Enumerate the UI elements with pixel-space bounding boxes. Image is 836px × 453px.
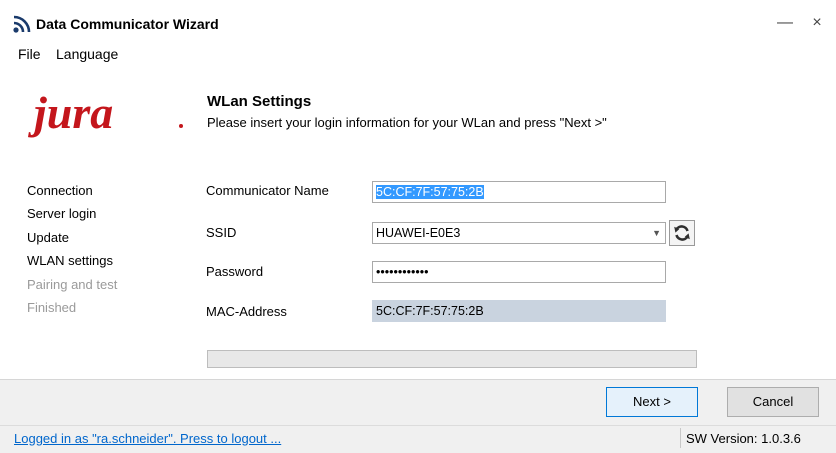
password-value: •••••••••••• [376,265,429,279]
minimize-button[interactable]: — [770,10,800,36]
status-divider [680,428,681,448]
ssid-value: HUAWEI-E0E3 [376,226,461,240]
button-bar [0,379,836,426]
communicator-name-label: Communicator Name [206,183,329,198]
step-connection: Connection [27,183,93,198]
menu-file[interactable]: File [18,46,41,62]
svg-text:jura: jura [28,87,113,138]
software-version: SW Version: 1.0.3.6 [686,431,801,446]
mac-address-value: 5C:CF:7F:57:75:2B [376,304,484,318]
mac-address-field: 5C:CF:7F:57:75:2B [372,300,666,322]
chevron-down-icon: ▼ [652,228,661,238]
wifi-signal-icon [13,15,31,33]
step-wlan-settings: WLAN settings [27,253,113,268]
password-input[interactable]: •••••••••••• [372,261,666,283]
refresh-button[interactable] [669,220,695,246]
refresh-icon [674,225,690,241]
step-update: Update [27,230,69,245]
mac-address-label: MAC-Address [206,304,287,319]
page-subtitle: Please insert your login information for… [207,115,607,130]
jura-logo: jura [28,87,183,138]
next-button[interactable]: Next > [606,387,698,417]
communicator-name-value: 5C:CF:7F:57:75:2B [376,185,484,199]
step-finished: Finished [27,300,77,315]
step-pairing-and-test: Pairing and test [27,277,118,292]
window-title: Data Communicator Wizard [36,16,219,32]
menu-language[interactable]: Language [56,46,118,62]
cancel-button[interactable]: Cancel [727,387,819,417]
password-label: Password [206,264,264,279]
communicator-name-input[interactable]: 5C:CF:7F:57:75:2B [372,181,666,203]
close-button[interactable]: × [802,10,832,36]
logout-link[interactable]: Logged in as "ra.schneider". Press to lo… [14,431,281,446]
page-title: WLan Settings [207,93,312,110]
step-server-login: Server login [27,206,97,221]
menu-bar [0,44,836,66]
ssid-label: SSID [206,225,237,240]
ssid-select[interactable]: HUAWEI-E0E3 ▼ [372,222,666,244]
progress-bar [207,350,697,368]
